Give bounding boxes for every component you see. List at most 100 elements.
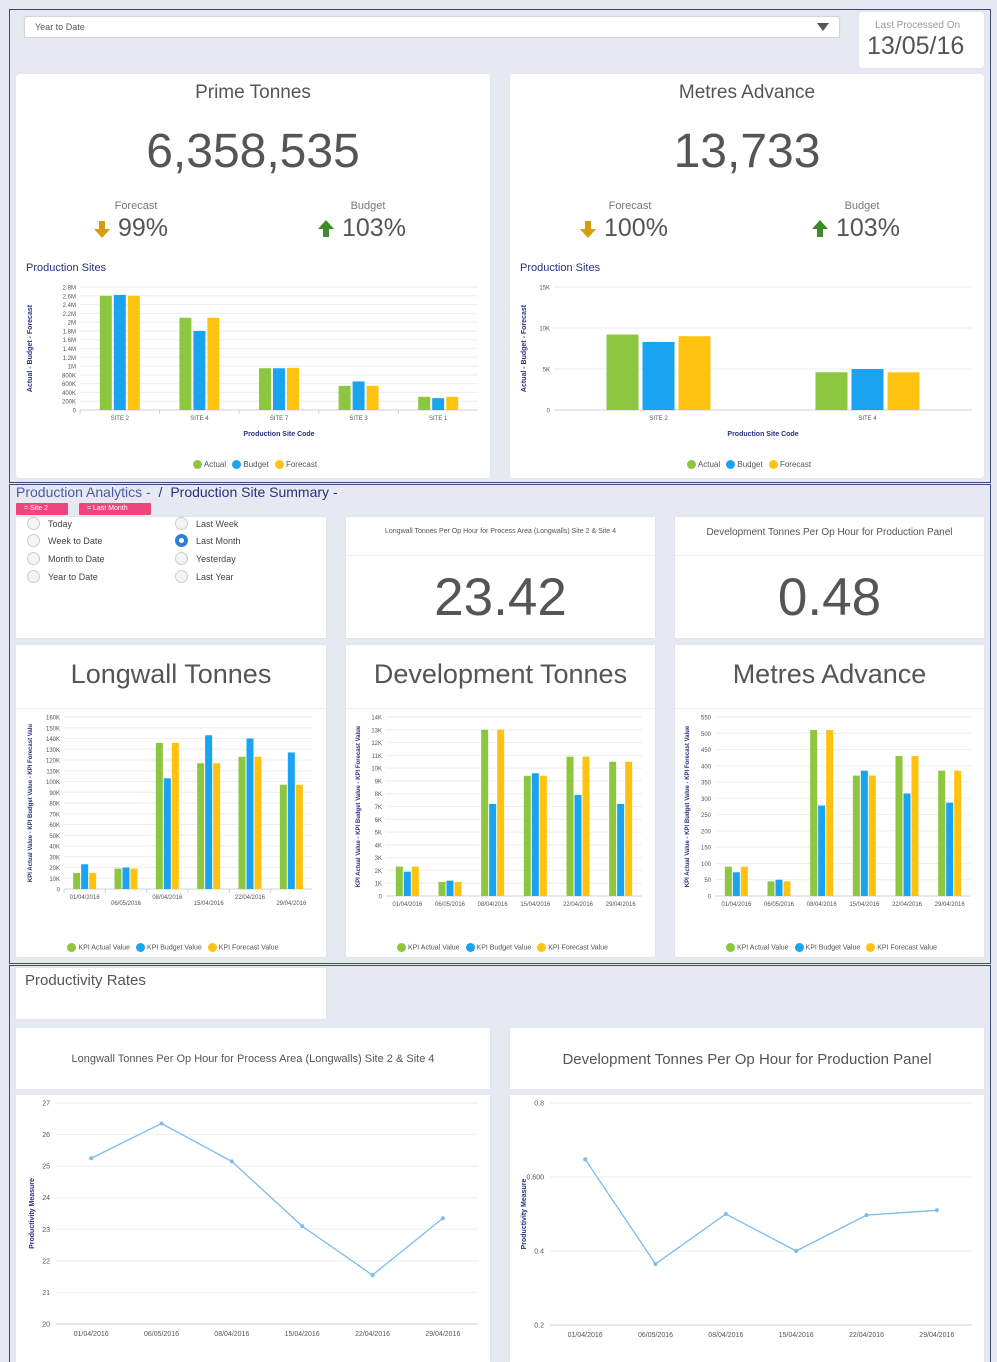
bar	[810, 730, 818, 896]
legend-actual-label: KPI Actual Value	[736, 944, 789, 952]
bar	[259, 368, 271, 410]
y-tick-label: 14K	[371, 716, 382, 722]
radio-week-to-date[interactable]: Week to Date	[27, 534, 102, 547]
bar	[205, 735, 213, 889]
bar	[938, 770, 946, 896]
x-tick-label: 15/04/2016	[285, 1331, 320, 1338]
y-tick-label: 13K	[371, 728, 382, 734]
y-tick-label: 26	[42, 1132, 50, 1139]
y-tick-label: 1M	[68, 365, 76, 371]
bar	[887, 372, 920, 410]
prime-production-sites-chart: 0 200K 400K 600K 800K 1M 1.2M 1.4M 1.6M 1.8M 2M 2.2…	[27, 286, 478, 438]
arrow-down-icon	[94, 220, 110, 238]
x-tick-label: 22/04/2016	[235, 895, 266, 901]
bar	[73, 872, 81, 889]
period-select[interactable]: Year to Date	[24, 16, 840, 38]
radio-button[interactable]	[27, 534, 40, 547]
radio-today[interactable]: Today	[27, 517, 72, 530]
x-tick-label: 22/04/2016	[849, 1332, 884, 1339]
bar	[179, 317, 192, 410]
data-point	[159, 1121, 164, 1126]
y-tick-label: 20K	[49, 866, 60, 872]
data-point	[864, 1213, 869, 1218]
y-axis-title: Actual - Budget - Forecast	[521, 304, 528, 392]
radio-button[interactable]	[27, 517, 40, 530]
y-tick-label: 5K	[375, 831, 382, 837]
y-tick-label: 400K	[62, 391, 76, 397]
radio-button[interactable]	[27, 570, 40, 583]
longwall-kpi-legend: KPI Actual Value KPI Budget Value KPI Fo…	[16, 943, 326, 952]
filter-chip-site[interactable]: = Site 2	[16, 503, 68, 515]
radio-last-year[interactable]: Last Year	[175, 570, 234, 583]
x-tick-label: 15/04/2016	[849, 902, 880, 908]
x-tick-label: 01/04/2016	[74, 1331, 109, 1338]
legend-forecast-dot	[207, 943, 217, 952]
breadcrumb-chevron[interactable]: -	[333, 484, 338, 500]
data-point	[300, 1224, 305, 1229]
bar	[740, 866, 748, 896]
breadcrumb-item-analytics[interactable]: Production Analytics	[16, 484, 142, 500]
bar	[89, 872, 97, 889]
radio-button[interactable]	[27, 552, 40, 565]
y-tick-label: 40K	[49, 845, 60, 851]
y-tick-label: 150	[701, 846, 712, 852]
radio-yesterday[interactable]: Yesterday	[175, 552, 236, 565]
y-tick-label: 2K	[375, 869, 382, 875]
y-tick-label: 30K	[49, 855, 60, 861]
legend-forecast-dot	[274, 460, 284, 470]
radio-button-selected[interactable]	[175, 534, 188, 547]
bar	[163, 778, 171, 889]
x-tick-label: 01/04/2016	[721, 902, 752, 908]
y-tick-label: 0	[547, 409, 551, 415]
development-productivity-chart-card: 0.2 0.4 0.600 0.8 01/04/2016 06/05/2016 08/04/…	[510, 1095, 984, 1362]
radio-button[interactable]	[175, 570, 188, 583]
bar	[497, 729, 505, 896]
y-tick-label: 100	[701, 862, 712, 868]
y-tick-label: 200	[701, 829, 712, 835]
metres-kpi-legend: KPI Actual Value KPI Budget Value KPI Fo…	[675, 943, 984, 952]
legend-actual-label: KPI Actual Value	[78, 944, 131, 952]
radio-last-week[interactable]: Last Week	[175, 517, 238, 530]
legend-budget-label: Budget	[737, 460, 763, 469]
x-tick-label: 15/04/2016	[779, 1332, 814, 1339]
y-tick-label: 110K	[46, 769, 60, 775]
legend-budget-dot	[794, 943, 804, 952]
y-tick-label: 50	[704, 878, 711, 884]
y-tick-label: 1K	[375, 882, 382, 888]
chart-plot-group: 0 5K 10K 15K SITE 2 SITE 4 Actual - Budget - F…	[521, 286, 972, 438]
radio-year-to-date[interactable]: Year to Date	[27, 570, 98, 583]
y-tick-label: 600K	[62, 382, 76, 388]
legend-forecast-label: Forecast	[285, 460, 318, 469]
y-tick-label: 5K	[543, 368, 550, 374]
bar	[193, 330, 206, 410]
filter-chip-period[interactable]: = Last Month	[79, 503, 151, 515]
bar	[213, 763, 221, 889]
development-productivity-chart: 0.2 0.4 0.600 0.8 01/04/2016 06/05/2016 08/04/…	[521, 1101, 972, 1339]
bar	[783, 881, 791, 896]
x-axis-title: Production Site Code	[727, 431, 798, 438]
metres-kpi-panel-title: Metres Advance	[732, 659, 927, 689]
radio-month-to-date[interactable]: Month to Date	[27, 552, 105, 565]
radio-button[interactable]	[175, 552, 188, 565]
arrow-down-icon	[580, 220, 596, 238]
metres-advance-card: Metres Advance 13,733 Forecast 100% Budg…	[510, 74, 984, 478]
legend-forecast-label: KPI Forecast Value	[218, 944, 279, 952]
x-tick-label: SITE 2	[111, 416, 130, 422]
y-tick-label: 450	[701, 748, 712, 754]
longwall-productivity-title-card: Longwall Tonnes Per Op Hour for Process …	[16, 1028, 490, 1089]
legend-budget-dot	[726, 460, 736, 470]
radio-last-month[interactable]: Last Month	[175, 534, 241, 547]
breadcrumb-item-summary[interactable]: Production Site Summary	[170, 484, 329, 500]
bar	[171, 742, 179, 889]
y-tick-label: 11K	[372, 754, 382, 760]
x-tick-label: 08/04/2016	[152, 895, 183, 901]
prime-forecast-label: Forecast	[114, 200, 158, 212]
bar	[246, 738, 254, 889]
bar	[81, 864, 89, 889]
x-tick-label: 22/04/2016	[563, 902, 594, 908]
kpi-longwall-title: Longwall Tonnes Per Op Hour for Process …	[385, 528, 616, 535]
bar	[352, 381, 365, 410]
bar	[642, 341, 675, 410]
breadcrumb-chevron[interactable]: -	[146, 484, 151, 500]
radio-button[interactable]	[175, 517, 188, 530]
